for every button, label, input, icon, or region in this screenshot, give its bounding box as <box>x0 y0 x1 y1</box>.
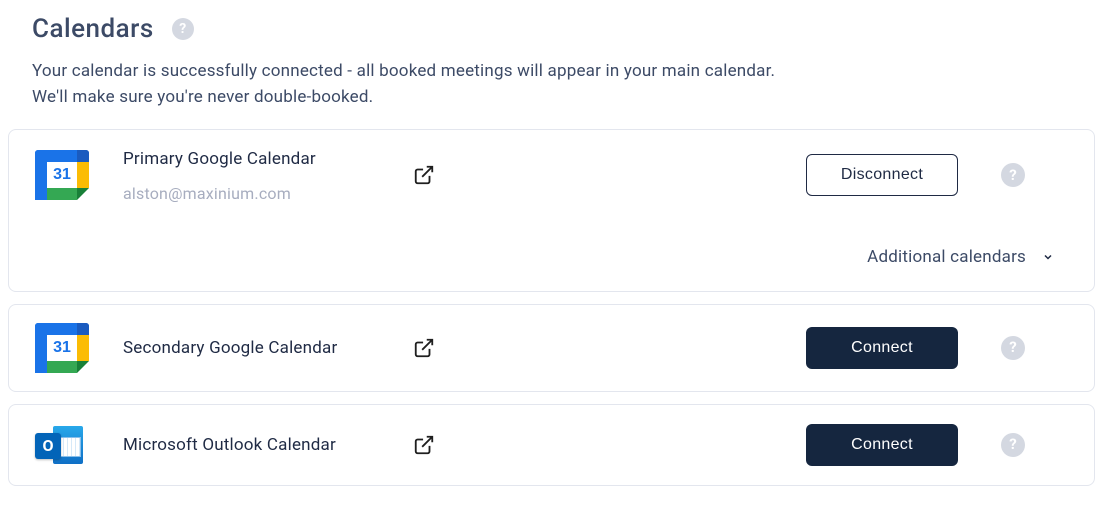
calendar-row: 31 Primary Google Calendar alston@maxini… <box>35 148 1068 203</box>
provider-name: Microsoft Outlook Calendar <box>123 434 413 456</box>
google-calendar-icon: 31 <box>35 323 89 373</box>
provider-name: Primary Google Calendar <box>123 148 413 170</box>
help-icon[interactable]: ? <box>1001 163 1025 187</box>
connect-button[interactable]: Connect <box>806 424 958 466</box>
chevron-down-icon <box>1042 251 1054 263</box>
google-calendar-icon: 31 <box>35 150 89 200</box>
account-email: alston@maxinium.com <box>123 184 413 203</box>
external-link-icon[interactable] <box>413 337 435 359</box>
calendar-card-primary: 31 Primary Google Calendar alston@maxini… <box>8 129 1095 292</box>
help-icon[interactable]: ? <box>1001 336 1025 360</box>
provider-name: Secondary Google Calendar <box>123 337 413 359</box>
external-link-icon[interactable] <box>413 164 435 186</box>
page-title: Calendars <box>32 14 154 44</box>
help-icon[interactable]: ? <box>172 18 194 40</box>
help-icon[interactable]: ? <box>1001 433 1025 457</box>
disconnect-button[interactable]: Disconnect <box>806 154 958 196</box>
calendar-card-outlook: O Microsoft Outlook Calendar Connect ? <box>8 404 1095 486</box>
additional-calendars-label: Additional calendars <box>867 247 1026 267</box>
outlook-icon: O <box>35 423 83 467</box>
external-link-icon[interactable] <box>413 434 435 456</box>
additional-calendars-toggle[interactable]: Additional calendars <box>35 247 1068 267</box>
calendar-row: 31 Secondary Google Calendar Connect ? <box>35 323 1068 373</box>
connect-button[interactable]: Connect <box>806 327 958 369</box>
page-description: Your calendar is successfully connected … <box>0 52 1103 129</box>
calendar-card-secondary: 31 Secondary Google Calendar Connect ? <box>8 304 1095 392</box>
description-line-2: We'll make sure you're never double-book… <box>32 84 1071 110</box>
page-header: Calendars ? <box>0 8 1103 52</box>
calendar-row: O Microsoft Outlook Calendar Connect ? <box>35 423 1068 467</box>
description-line-1: Your calendar is successfully connected … <box>32 58 1071 84</box>
